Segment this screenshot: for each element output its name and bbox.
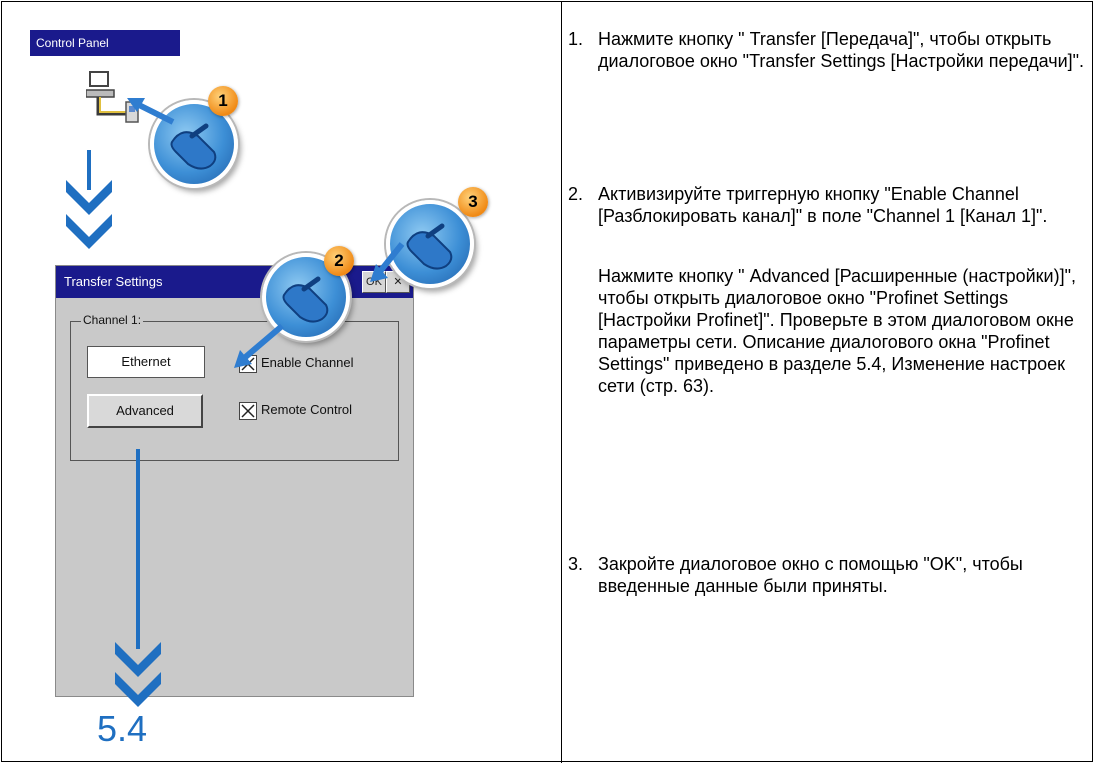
step-text: Закройте диалоговое окно с помощью "OK",… [598,554,1023,596]
channel-1-label: Channel 1: [81,313,144,327]
step-badge-2: 2 [324,246,354,276]
control-panel-title: Control Panel [30,30,180,56]
step-text: Нажмите кнопку " Transfer [Передача]", ч… [598,29,1085,71]
pointer-arrow-2 [234,323,284,368]
advanced-button[interactable]: Advanced [87,394,203,428]
dialog-titlebar: Transfer Settings OK ✕ [56,266,413,298]
chevron-down-icon [64,178,114,253]
step-badge-1: 1 [208,86,238,116]
remote-control-checkbox[interactable] [239,402,257,420]
protocol-field[interactable]: Ethernet [87,346,205,378]
column-divider [561,1,562,763]
step-number: 1. [568,29,584,49]
step-text-detail: Нажмите кнопку " Advanced [Расширенные (… [598,266,1076,396]
step-text: Активизируйте триггерную кнопку "Enable … [598,184,1048,226]
step-number: 3. [568,554,584,574]
pointer-arrow-3 [370,242,405,282]
step-badge-3: 3 [458,187,488,217]
pointer-arrow-1 [127,98,175,125]
remote-control-label: Remote Control [261,402,353,417]
section-reference: 5.4 [97,708,148,749]
flow-line-bottom [136,449,140,649]
step-number: 2. [568,184,584,204]
dialog-title: Transfer Settings [64,274,163,289]
chevron-down-icon-2 [113,640,163,710]
